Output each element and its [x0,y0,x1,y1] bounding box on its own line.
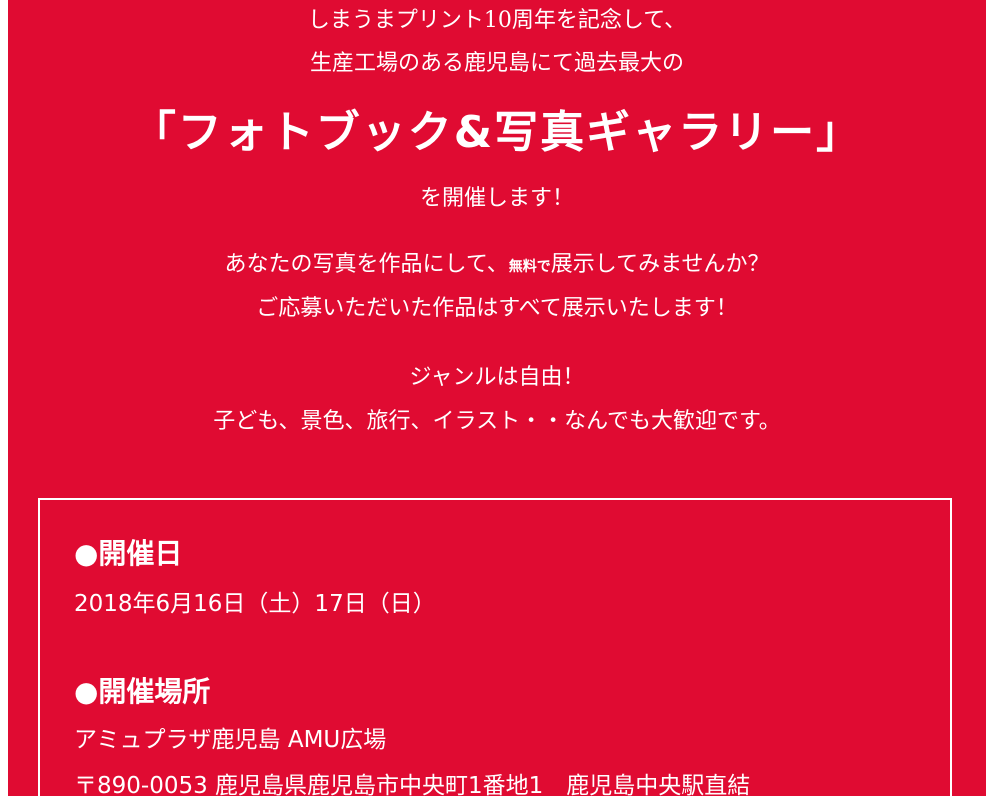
intro-line-all-displayed: ご応募いただいた作品はすべて展示いたします！ [256,296,738,321]
date-value: 2018年6月16日（土）17日（日） [74,591,436,617]
venue-name: アミュプラザ鹿児島 AMU広場 [74,727,387,753]
free-label: 無料で [508,259,551,275]
intro-line-genre: ジャンルは自由！ [409,365,585,390]
date-heading: ●開催日 [74,537,183,570]
intro-line-holding: を開催します！ [419,186,574,211]
event-info-box: ●開催日 2018年6月16日（土）17日（日） ●開催場所 アミュプラザ鹿児島… [38,498,952,796]
venue-address: 〒890-0053 鹿児島県鹿児島市中央町1番地1 鹿児島中央駅直結 [74,773,751,796]
intro-line-welcome: 子ども、景色、旅行、イラスト・・なんでも大歓迎です。 [213,409,781,434]
venue-heading: ●開催場所 [74,675,211,708]
event-announcement: しまうまプリント10周年を記念して、 生産工場のある鹿児島にて過去最大の 「フォ… [8,0,986,796]
intro-line-invitation: あなたの写真を作品にして、無料で展示してみませんか？ [8,246,986,278]
invitation-text-post: 展示してみませんか？ [550,252,770,277]
intro-line-anniversary: しまうまプリント10周年を記念して、 [307,8,687,33]
event-headline: 「フォトブック&写真ギャラリー」 [131,107,863,158]
invitation-text-pre: あなたの写真を作品にして、 [224,252,509,277]
intro-line-location: 生産工場のある鹿児島にて過去最大の [309,51,684,76]
